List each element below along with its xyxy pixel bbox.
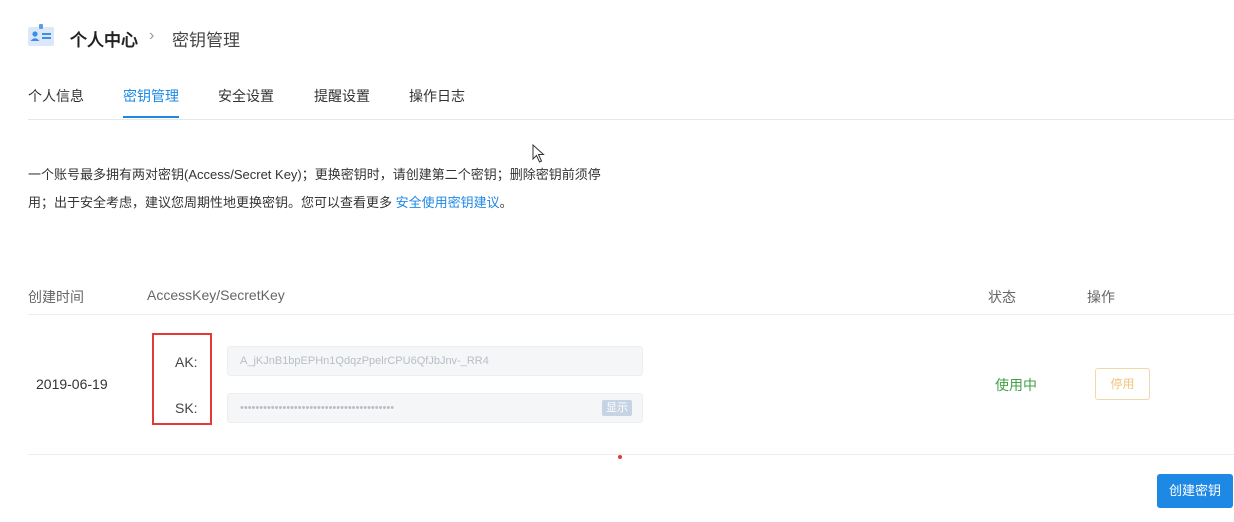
- created-date: 2019-06-19: [36, 376, 108, 392]
- access-key-field[interactable]: A_jKJnB1bpEPHn1QdqzPpelrCPU6QfJbJnv-_RR4: [227, 346, 643, 376]
- description-text: 用；出于安全考虑，建议您周期性地更换密钥。您可以查看更多: [28, 195, 396, 210]
- tab-reminder-settings[interactable]: 提醒设置: [314, 86, 370, 106]
- disable-key-button[interactable]: 停用: [1095, 368, 1150, 400]
- description-line-2: 用；出于安全考虑，建议您周期性地更换密钥。您可以查看更多 安全使用密钥建议。: [28, 192, 513, 211]
- column-header-actions: 操作: [1087, 289, 1115, 305]
- table-header-divider: [28, 314, 1234, 315]
- tab-key-management[interactable]: 密钥管理: [123, 86, 179, 106]
- secret-key-field[interactable]: ••••••••••••••••••••••••••••••••••••••••…: [227, 393, 643, 423]
- description-end: 。: [499, 195, 513, 210]
- column-header-created: 创建时间: [28, 289, 84, 305]
- status-badge: 使用中: [995, 377, 1037, 393]
- profile-card-icon: [28, 24, 54, 46]
- page-title: 个人中心: [70, 31, 138, 50]
- red-dot-marker: [618, 455, 622, 459]
- show-secret-button[interactable]: 显示: [602, 400, 632, 416]
- secret-key-value: ••••••••••••••••••••••••••••••••••••••••: [240, 402, 395, 414]
- mouse-cursor-icon: [532, 143, 546, 169]
- column-header-keys: AccessKey/SecretKey: [147, 287, 285, 303]
- breadcrumb-current: 密钥管理: [172, 31, 240, 50]
- access-key-value: A_jKJnB1bpEPHn1QdqzPpelrCPU6QfJbJnv-_RR4: [240, 355, 489, 367]
- tab-security-settings[interactable]: 安全设置: [218, 86, 274, 106]
- sk-label: SK:: [175, 400, 198, 416]
- table-row-divider: [28, 454, 1234, 455]
- create-key-button[interactable]: 创建密钥: [1157, 474, 1233, 508]
- description-line-1: 一个账号最多拥有两对密钥(Access/Secret Key)；更换密钥时，请创…: [28, 167, 601, 182]
- ak-label: AK:: [175, 354, 198, 370]
- tab-operation-log[interactable]: 操作日志: [409, 86, 465, 106]
- tab-divider: [28, 119, 1234, 120]
- breadcrumb-separator: ›: [149, 27, 155, 44]
- tab-personal-info[interactable]: 个人信息: [28, 86, 84, 106]
- column-header-status: 状态: [988, 289, 1016, 305]
- security-advice-link[interactable]: 安全使用密钥建议: [396, 195, 500, 210]
- active-tab-indicator: [123, 116, 179, 118]
